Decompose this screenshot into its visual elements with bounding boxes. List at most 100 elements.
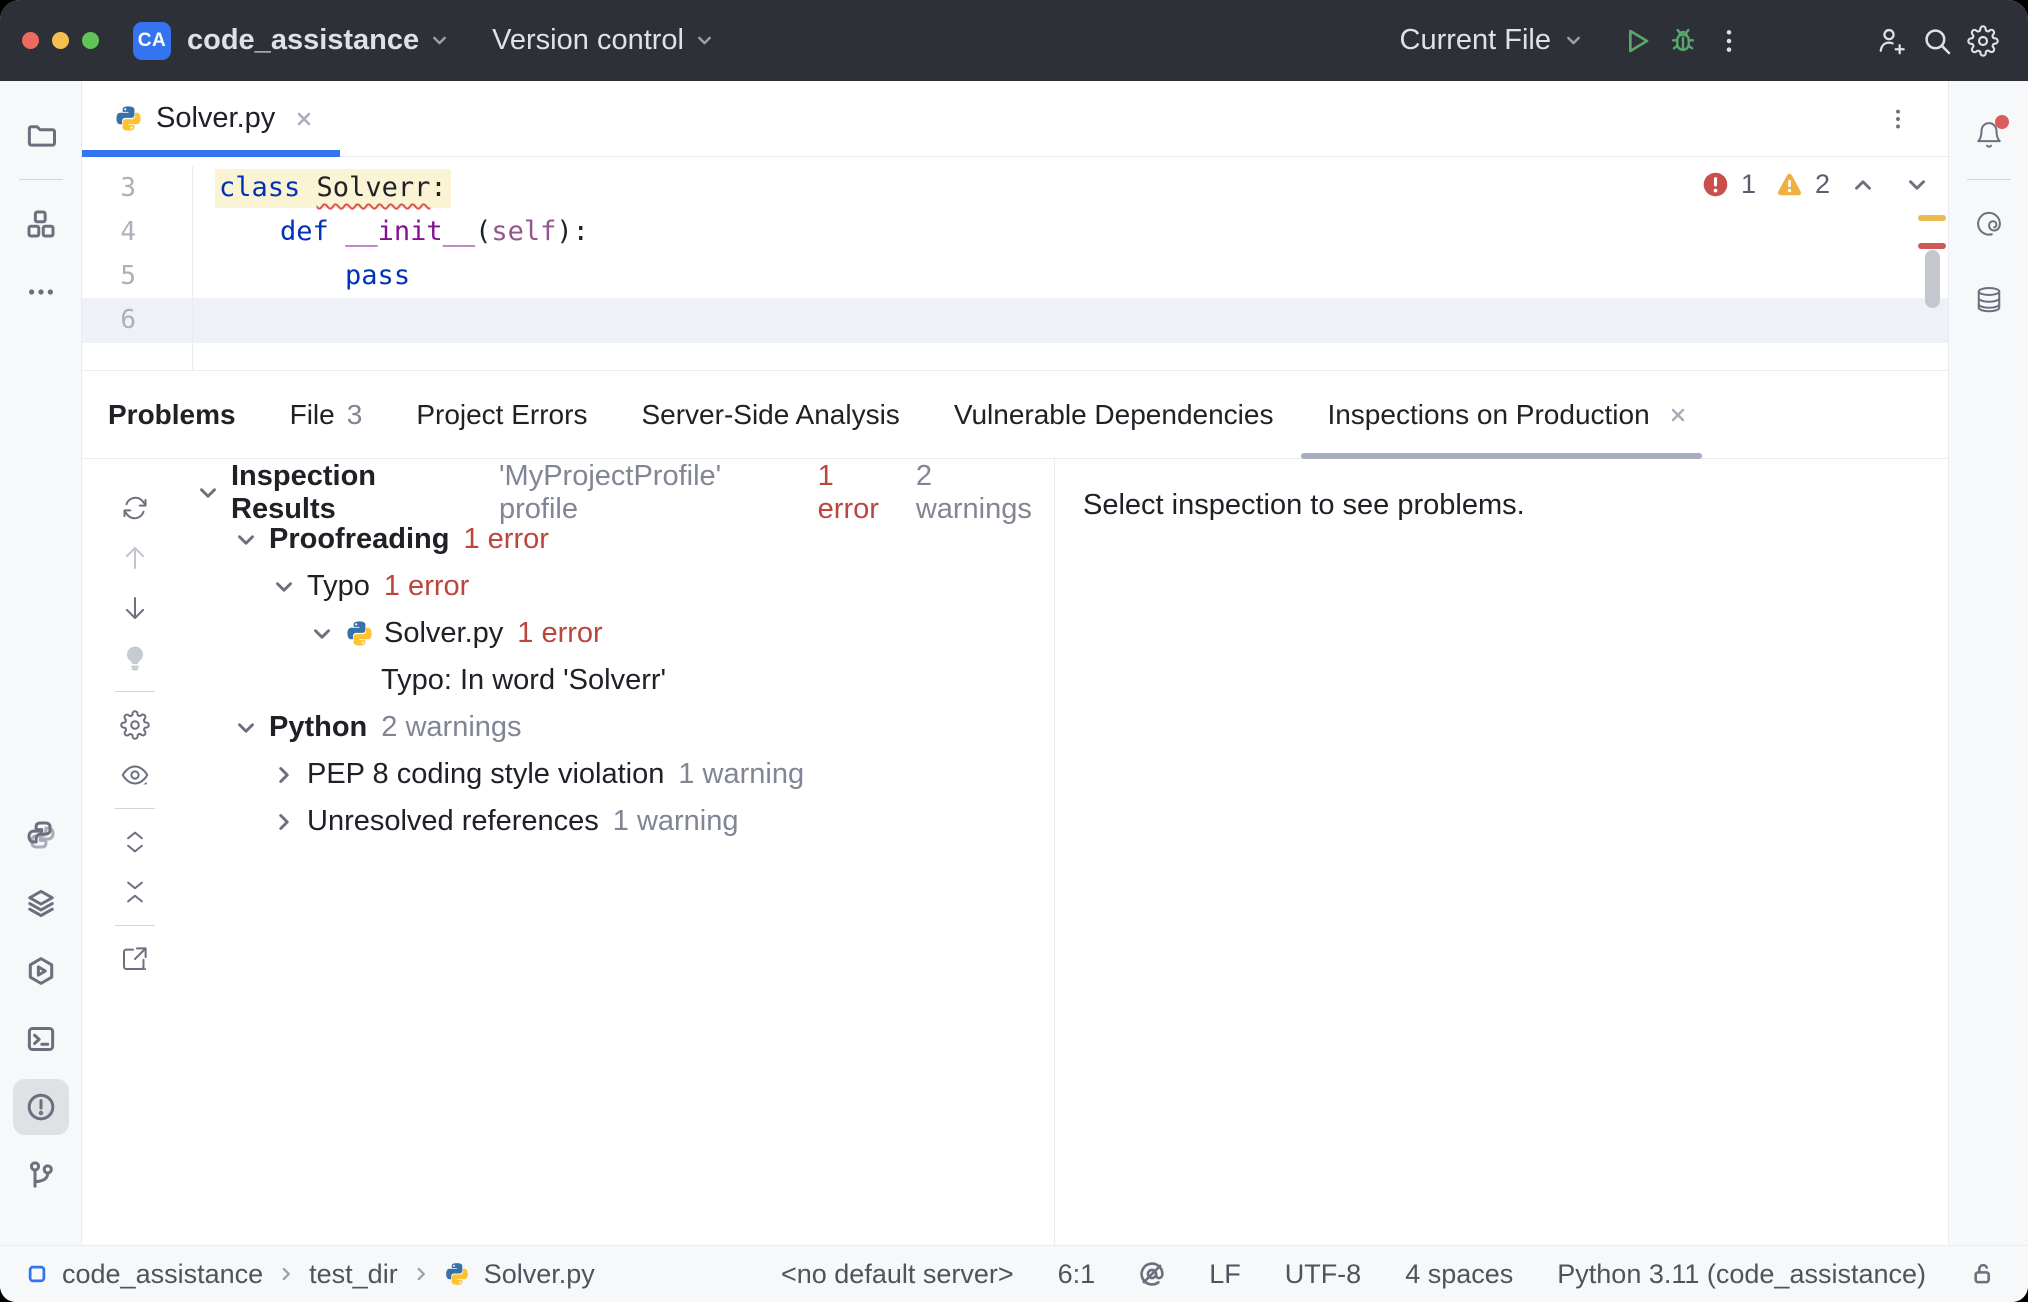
view-options-button[interactable] — [115, 755, 155, 795]
structure-tool-button[interactable] — [13, 196, 69, 252]
tree-row-unresolved-references[interactable]: Unresolved references 1 warning — [187, 798, 1054, 845]
run-tool-button[interactable] — [13, 943, 69, 999]
arrow-up-icon — [120, 543, 150, 573]
chevron-down-icon[interactable] — [309, 621, 335, 647]
vcs-widget[interactable]: Version control — [492, 24, 715, 57]
right-tool-rail — [1948, 81, 2028, 1245]
services-tool-button[interactable] — [13, 875, 69, 931]
minimize-window-button[interactable] — [52, 32, 69, 49]
zoom-window-button[interactable] — [82, 32, 99, 49]
search-everywhere-button[interactable] — [1914, 18, 1960, 64]
chevron-down-icon — [429, 30, 450, 51]
tab-label: Project Errors — [416, 399, 587, 431]
code-editor[interactable]: 3 4 5 6 class Solverr: def __init__(self… — [82, 157, 1948, 370]
next-problem-toolbar-button[interactable] — [115, 588, 155, 628]
tab-options-button[interactable] — [1878, 99, 1918, 139]
notifications-button[interactable] — [1961, 107, 2017, 163]
interpreter-widget[interactable]: Python 3.11 (code_assistance) — [1557, 1259, 1926, 1290]
more-tool-windows-button[interactable] — [13, 264, 69, 320]
tree-row-inspection-results[interactable]: Inspection Results 'MyProjectProfile' pr… — [187, 469, 1054, 516]
line-separator-widget[interactable]: LF — [1209, 1259, 1241, 1290]
terminal-tool-button[interactable] — [13, 1011, 69, 1067]
tree-row-python[interactable]: Python 2 warnings — [187, 704, 1054, 751]
kebab-menu-icon — [1713, 25, 1745, 57]
run-button[interactable] — [1614, 18, 1660, 64]
previous-problem-toolbar-button[interactable] — [115, 538, 155, 578]
indent-widget[interactable]: 4 spaces — [1405, 1259, 1513, 1290]
error-badge-icon — [1702, 171, 1729, 198]
profile-name: 'MyProjectProfile' profile — [499, 460, 804, 526]
play-icon — [1621, 25, 1653, 57]
default-server-widget[interactable]: <no default server> — [781, 1259, 1014, 1290]
python-packages-tool-button[interactable] — [13, 807, 69, 863]
settings-button[interactable] — [1960, 18, 2006, 64]
python-file-icon — [345, 619, 374, 648]
caret-position-widget[interactable]: 6:1 — [1058, 1259, 1096, 1290]
gear-icon — [1967, 25, 1999, 57]
chevron-right-icon[interactable] — [271, 809, 297, 835]
code-with-me-button[interactable] — [1868, 18, 1914, 64]
project-widget[interactable]: code_assistance — [187, 24, 450, 57]
chevron-down-icon[interactable] — [271, 574, 297, 600]
tab-file[interactable]: File 3 — [290, 371, 363, 458]
tab-vulnerable-dependencies[interactable]: Vulnerable Dependencies — [954, 371, 1274, 458]
kebab-menu-icon — [1885, 106, 1911, 132]
chevron-down-icon[interactable] — [233, 715, 259, 741]
unlocked-padlock-icon[interactable] — [1970, 1261, 1996, 1287]
chevron-down-icon[interactable] — [233, 527, 259, 553]
previous-problem-button[interactable] — [1850, 172, 1876, 198]
tab-inspections-on-production[interactable]: Inspections on Production — [1327, 371, 1687, 458]
project-square-icon — [26, 1263, 48, 1285]
editor-tab-label: Solver.py — [156, 102, 275, 135]
chevron-right-icon[interactable] — [271, 762, 297, 788]
encoding-widget[interactable]: UTF-8 — [1285, 1259, 1362, 1290]
tree-row-label: Unresolved references — [307, 805, 599, 838]
more-actions-button[interactable] — [1706, 18, 1752, 64]
database-button[interactable] — [1961, 272, 2017, 328]
toolbar-divider — [115, 808, 155, 809]
git-tool-button[interactable] — [13, 1147, 69, 1203]
warning-stripe-mark[interactable] — [1918, 215, 1946, 221]
breadcrumb-dir[interactable]: test_dir — [309, 1259, 398, 1290]
tree-row-typo[interactable]: Typo 1 error — [187, 563, 1054, 610]
open-in-new-window-button[interactable] — [115, 939, 155, 979]
editor-gutter: 3 4 5 6 — [82, 166, 193, 370]
tab-server-side-analysis[interactable]: Server-Side Analysis — [641, 371, 899, 458]
run-configuration-selector[interactable]: Current File — [1400, 24, 1585, 57]
collapse-all-button[interactable] — [115, 872, 155, 912]
tree-row-pep8[interactable]: PEP 8 coding style violation 1 warning — [187, 751, 1054, 798]
debug-button[interactable] — [1660, 18, 1706, 64]
tree-row-solver-file[interactable]: Solver.py 1 error — [187, 610, 1054, 657]
editor-tab-solver[interactable]: Solver.py — [82, 81, 340, 156]
chevron-down-icon[interactable] — [195, 480, 221, 506]
breadcrumb-project[interactable]: code_assistance — [62, 1259, 263, 1290]
search-icon — [1921, 25, 1953, 57]
python-packages-icon — [26, 820, 56, 850]
editor-scrollbar[interactable] — [1925, 250, 1940, 308]
rerun-inspection-button[interactable] — [115, 488, 155, 528]
toolbar-divider — [115, 925, 155, 926]
inspections-widget[interactable]: 1 2 — [1702, 169, 1930, 200]
titlebar-right-group: Current File — [1400, 18, 1999, 64]
punctuation-token: ( — [475, 216, 491, 247]
highlighting-level-icon[interactable] — [1139, 1261, 1165, 1287]
project-tool-button[interactable] — [13, 107, 69, 163]
close-tab-icon[interactable] — [294, 109, 314, 129]
close-tab-icon[interactable] — [1668, 405, 1688, 425]
quick-fix-button[interactable] — [115, 638, 155, 678]
keyword-token: def — [280, 216, 345, 247]
error-stripe-mark[interactable] — [1918, 243, 1946, 249]
problems-tool-button[interactable] — [13, 1079, 69, 1135]
next-problem-button[interactable] — [1904, 172, 1930, 198]
ai-assistant-button[interactable] — [1961, 196, 2017, 252]
tab-label: Vulnerable Dependencies — [954, 399, 1274, 431]
tab-project-errors[interactable]: Project Errors — [416, 371, 587, 458]
breadcrumb-file[interactable]: Solver.py — [484, 1259, 595, 1290]
tree-row-typo-message[interactable]: Typo: In word 'Solverr' — [187, 657, 1054, 704]
inspection-results-tree: Inspection Results 'MyProjectProfile' pr… — [187, 459, 1054, 1245]
python-file-icon — [114, 104, 143, 133]
inspection-settings-button[interactable] — [115, 705, 155, 745]
tree-row-label: Python — [269, 711, 367, 744]
close-window-button[interactable] — [22, 32, 39, 49]
expand-all-button[interactable] — [115, 822, 155, 862]
